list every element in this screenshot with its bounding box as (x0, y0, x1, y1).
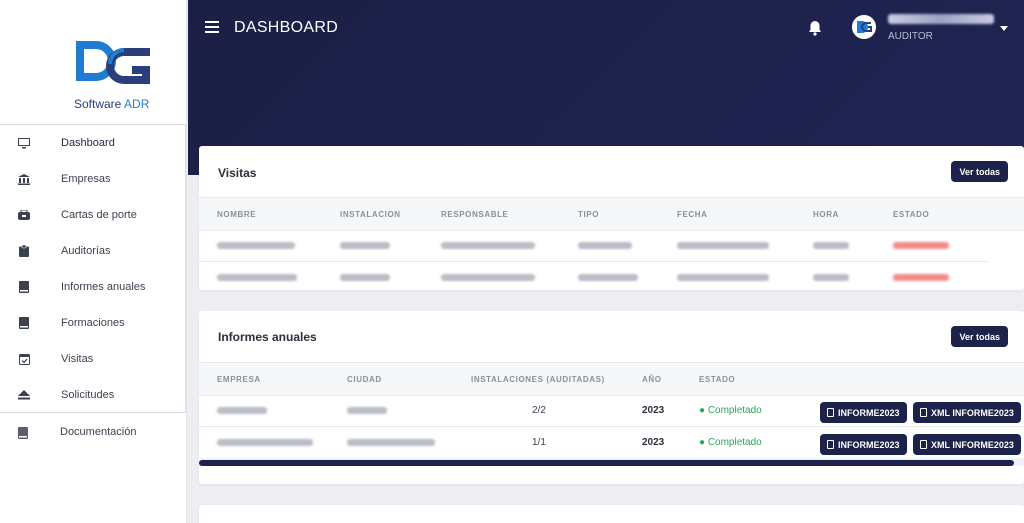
truck-icon (18, 209, 30, 221)
sidebar-item-empresas[interactable]: Empresas (0, 161, 186, 197)
column-header: HORA (813, 210, 839, 219)
column-header: RESPONSABLE (441, 210, 509, 219)
page-title: DASHBOARD (234, 19, 339, 36)
anio-cell: 2023 (642, 405, 665, 416)
book-icon (18, 317, 30, 329)
redacted-cell (217, 439, 313, 446)
sidebar-item-label: Cartas de porte (61, 209, 137, 221)
logo-caption: Software ADR (74, 97, 150, 111)
eject-icon (18, 389, 30, 401)
sidebar-item-solicitudes[interactable]: Solicitudes (0, 377, 186, 413)
informes-table-header: EMPRESA CIUDAD INSTALACIONES (AUDITADAS)… (199, 362, 1024, 396)
informes-card: Informes anuales Ver todas EMPRESA CIUDA… (199, 311, 1024, 484)
column-header: FECHA (677, 210, 708, 219)
sidebar-item-label: Documentación (60, 426, 137, 438)
redacted-cell (578, 274, 638, 281)
redacted-cell (578, 242, 632, 249)
book-icon (18, 281, 30, 293)
sidebar-item-auditorias[interactable]: Auditorías (0, 233, 186, 269)
table-row[interactable] (199, 230, 989, 262)
redacted-cell (813, 242, 849, 249)
sidebar-item-label: Auditorías (61, 245, 111, 257)
user-role: AUDITOR (888, 31, 933, 42)
chevron-down-icon[interactable] (1000, 26, 1008, 31)
redacted-cell (340, 274, 390, 281)
sidebar-item-informes-anuales[interactable]: Informes anuales (0, 269, 186, 305)
sidebar-item-cartas-de-porte[interactable]: Cartas de porte (0, 197, 186, 233)
xml-informe-button[interactable]: XML INFORME2023 (913, 402, 1021, 423)
button-label: INFORME2023 (838, 439, 900, 450)
column-header: TIPO (578, 210, 600, 219)
instalaciones-cell: 1/1 (532, 437, 546, 448)
bank-icon (18, 173, 30, 185)
avatar[interactable] (852, 15, 876, 39)
column-header: CIUDAD (347, 375, 382, 384)
informes-ver-todas-button[interactable]: Ver todas (951, 326, 1008, 347)
sidebar-nav: Dashboard Empresas Cartas de porte Audit… (0, 124, 186, 413)
column-header: INSTALACION (340, 210, 401, 219)
redacted-cell (217, 274, 297, 281)
column-header: INSTALACIONES (AUDITADAS) (471, 375, 605, 384)
xml-informe-button[interactable]: XML INFORME2023 (913, 434, 1021, 455)
calendar-check-icon (18, 353, 30, 365)
sidebar-item-label: Empresas (61, 173, 111, 185)
button-label: INFORME2023 (838, 407, 900, 418)
informes-title: Informes anuales (218, 330, 317, 344)
sidebar-item-visitas[interactable]: Visitas (0, 341, 186, 377)
sidebar-item-formaciones[interactable]: Formaciones (0, 305, 186, 341)
informe-pdf-button[interactable]: INFORME2023 (820, 402, 907, 423)
file-icon (920, 440, 927, 449)
redacted-cell (347, 407, 387, 414)
button-label: XML INFORME2023 (931, 439, 1014, 450)
visitas-title: Visitas (218, 166, 257, 180)
hamburger-menu-icon[interactable] (205, 21, 219, 33)
monitor-icon (18, 137, 30, 149)
bell-icon[interactable] (808, 20, 822, 36)
redacted-status (893, 274, 949, 281)
status-badge: ● Completado (699, 437, 762, 448)
visitas-table-header: NOMBRE INSTALACION RESPONSABLE TIPO FECH… (199, 197, 1024, 231)
clipboard-icon (18, 245, 30, 257)
redacted-cell (441, 242, 535, 249)
horizontal-scrollbar-thumb[interactable] (199, 460, 1014, 466)
redacted-cell (677, 242, 769, 249)
table-row[interactable]: 2/2 2023 ● Completado INFORME2023 XML IN… (199, 395, 1024, 427)
sidebar-item-label: Formaciones (61, 317, 125, 329)
sidebar-item-label: Solicitudes (61, 389, 115, 401)
anio-cell: 2023 (642, 437, 665, 448)
book-icon (18, 426, 30, 439)
visitas-ver-todas-button[interactable]: Ver todas (951, 161, 1008, 182)
redacted-cell (677, 274, 769, 281)
redacted-cell (347, 439, 435, 446)
redacted-cell (217, 242, 295, 249)
redacted-cell (340, 242, 390, 249)
sidebar-item-documentacion[interactable]: Documentación (0, 414, 186, 450)
redacted-cell (813, 274, 849, 281)
column-header: NOMBRE (217, 210, 257, 219)
sidebar-item-label: Dashboard (61, 137, 115, 149)
button-label: XML INFORME2023 (931, 407, 1014, 418)
informe-pdf-button[interactable]: INFORME2023 (820, 434, 907, 455)
column-header: AÑO (642, 375, 662, 384)
sidebar-item-dashboard[interactable]: Dashboard (0, 125, 186, 161)
sidebar-item-label: Visitas (61, 353, 94, 365)
column-header: ESTADO (699, 375, 736, 384)
redacted-status (893, 242, 949, 249)
table-row[interactable] (199, 262, 989, 294)
next-card (199, 505, 1024, 523)
file-icon (827, 440, 834, 449)
sidebar: Software ADR Dashboard Empresas Cartas d… (0, 0, 187, 523)
file-icon (827, 408, 834, 417)
table-row[interactable]: 1/1 2023 ● Completado INFORME2023 XML IN… (199, 427, 1024, 459)
file-icon (920, 408, 927, 417)
column-header: EMPRESA (217, 375, 261, 384)
status-badge: ● Completado (699, 405, 762, 416)
redacted-cell (217, 407, 267, 414)
visitas-card: Visitas Ver todas NOMBRE INSTALACION RES… (199, 146, 1024, 290)
sidebar-item-label: Informes anuales (61, 281, 146, 293)
redacted-cell (441, 274, 535, 281)
user-name-redacted (888, 14, 994, 24)
instalaciones-cell: 2/2 (532, 405, 546, 416)
column-header: ESTADO (893, 210, 930, 219)
